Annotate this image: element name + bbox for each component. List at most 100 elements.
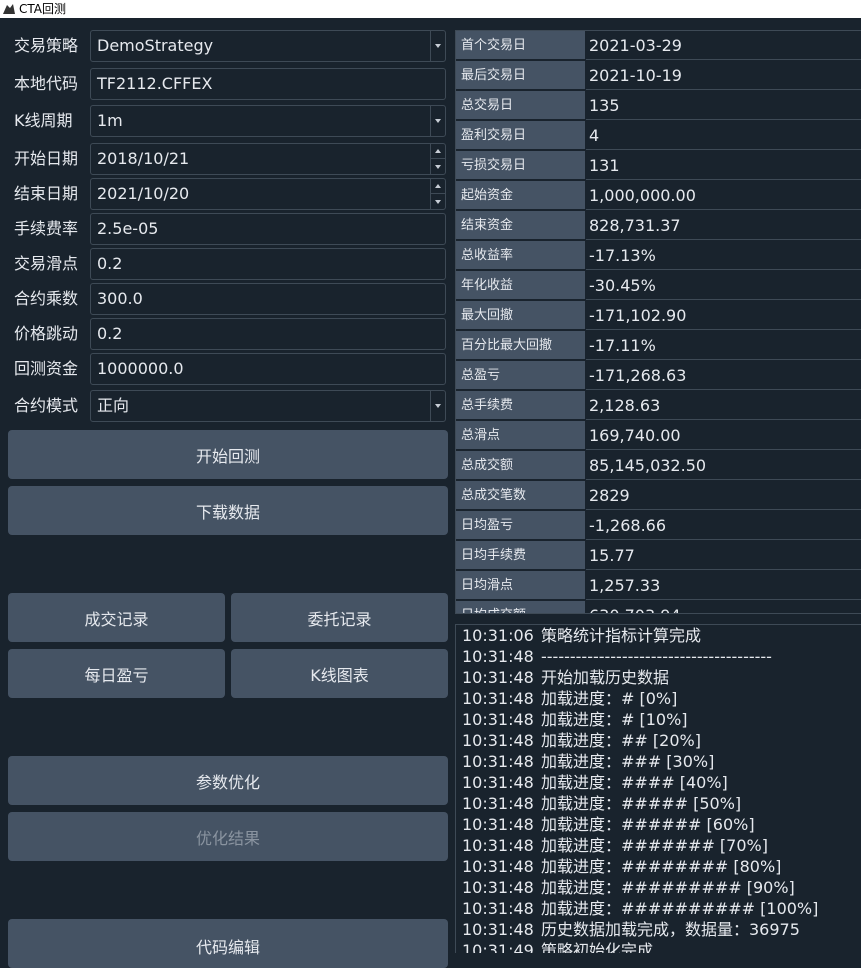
log-message: ---------------------------------------- [541,647,772,666]
size-label: 合约乘数 [14,289,79,308]
stat-row: 百分比最大回撤 -17.11% [456,331,861,361]
log-message: 加载进度：#### [40%] [541,773,728,792]
log-time: 10:31:48 [462,857,534,876]
end-date-edit[interactable]: 2021/10/20 [90,178,446,210]
stat-value: 2021-10-19 [586,61,861,90]
stat-row: 总手续费 2,128.63 [456,391,861,421]
optimize-result-button: 优化结果 [8,812,448,861]
log-time: 10:31:48 [462,647,534,666]
order-records-button[interactable]: 委托记录 [231,593,448,642]
rate-row: 手续费率 2.5e-05 [8,213,450,245]
stat-value: 135 [586,91,861,120]
spin-up-icon[interactable] [431,179,445,194]
log-line: 10:31:48 开始加载历史数据 [462,667,669,688]
slippage-row: 交易滑点 0.2 [8,248,450,280]
start-backtest-button[interactable]: 开始回测 [8,430,448,479]
chevron-down-icon[interactable] [430,391,445,421]
strategy-value: DemoStrategy [97,36,214,55]
trade-records-button[interactable]: 成交记录 [8,593,225,642]
candle-chart-button[interactable]: K线图表 [231,649,448,698]
stat-row: 起始资金 1,000,000.00 [456,181,861,211]
stat-row: 首个交易日 2021-03-29 [456,31,861,61]
log-line: 10:31:48 加载进度：####### [70%] [462,835,768,856]
stat-label: 总交易日 [456,91,585,120]
strategy-combobox[interactable]: DemoStrategy [90,30,446,62]
inverse-combobox[interactable]: 正向 [90,390,446,422]
log-message: 加载进度：######### [90%] [541,878,795,897]
stat-row: 总滑点 169,740.00 [456,421,861,451]
stat-value: 828,731.37 [586,211,861,240]
spin-down-icon[interactable] [431,194,445,209]
rate-input[interactable]: 2.5e-05 [90,213,446,245]
spin-down-icon[interactable] [431,159,445,174]
daily-pnl-button[interactable]: 每日盈亏 [8,649,225,698]
size-input[interactable]: 300.0 [90,283,446,315]
log-message: 加载进度：###### [60%] [541,815,755,834]
stat-label: 年化收益 [456,271,585,300]
stat-row: 年化收益 -30.45% [456,271,861,301]
stat-row: 日均成交额630,703.94 [456,601,861,613]
stat-value: 131 [586,151,861,180]
start-date-edit[interactable]: 2018/10/21 [90,143,446,175]
log-line: 10:31:48 加载进度：### [30%] [462,751,714,772]
code-edit-button[interactable]: 代码编辑 [8,919,448,968]
stat-value: 2021-03-29 [586,31,861,60]
capital-label: 回测资金 [14,359,79,378]
strategy-row: 交易策略 DemoStrategy [8,30,450,62]
log-time: 10:31:49 [462,941,534,953]
size-row: 合约乘数 300.0 [8,283,450,315]
inverse-row: 合约模式 正向 [8,390,450,422]
log-time: 10:31:48 [462,836,534,855]
optimize-button[interactable]: 参数优化 [8,756,448,805]
stat-label: 结束资金 [456,211,585,240]
inverse-label: 合约模式 [14,396,79,415]
log-message: 开始加载历史数据 [541,668,670,687]
vt-symbol-input[interactable]: TF2112.CFFEX [90,68,446,100]
chevron-down-icon[interactable] [430,31,445,61]
stat-label: 总成交额 [456,451,585,480]
stat-label: 总收益率 [456,241,585,270]
stat-value: 4 [586,121,861,150]
app-logo-icon [3,4,15,14]
log-line: 10:31:49 策略初始化完成 [462,940,653,953]
log-line: 10:31:48 历史数据加载完成，数据量：36975 [462,919,800,940]
slippage-input[interactable]: 0.2 [90,248,446,280]
stat-label: 日均滑点 [456,571,585,600]
inverse-value: 正向 [97,396,130,415]
log-line: 10:31:06 策略统计指标计算完成 [462,625,701,646]
stat-row: 最大回撤 -171,102.90 [456,301,861,331]
log-time: 10:31:06 [462,626,534,645]
log-message: 策略初始化完成 [541,941,654,953]
log-line: 10:31:48 加载进度：#### [40%] [462,772,728,793]
statistics-table: 首个交易日 2021-03-29 最后交易日 2021-10-19 总交易日 135 盈利交… [455,30,861,614]
log-output[interactable]: 10:31:06 策略统计指标计算完成 10:31:48 --------------… [455,624,861,953]
pricetick-row: 价格跳动 0.2 [8,318,450,350]
chevron-down-icon[interactable] [430,106,445,136]
download-data-button[interactable]: 下载数据 [8,486,448,535]
stat-value: 2829 [586,481,861,510]
log-line: 10:31:48 加载进度：########## [100%] [462,898,818,919]
interval-label: K线周期 [14,111,73,130]
log-time: 10:31:48 [462,710,534,729]
start-date-row: 开始日期 2018/10/21 [8,143,450,175]
stat-value: -17.13% [586,241,861,270]
log-line: 10:31:48 --------------------------------… [462,646,772,667]
vt-symbol-label: 本地代码 [14,74,79,93]
stat-label: 起始资金 [456,181,585,210]
stat-value: 630,703.94 [586,601,861,613]
capital-input[interactable]: 1000000.0 [90,353,446,385]
end-date-row: 结束日期 2021/10/20 [8,178,450,210]
log-line: 10:31:48 加载进度：## [20%] [462,730,701,751]
spin-up-icon[interactable] [431,144,445,159]
stat-value: 2,128.63 [586,391,861,420]
log-message: 策略统计指标计算完成 [541,626,702,645]
stat-row: 总交易日 135 [456,91,861,121]
interval-combobox[interactable]: 1m [90,105,446,137]
log-line: 10:31:48 加载进度：# [10%] [462,709,688,730]
pricetick-input[interactable]: 0.2 [90,318,446,350]
date-spin-arrows [430,144,445,174]
log-message: 加载进度：## [20%] [541,731,701,750]
pricetick-label: 价格跳动 [14,324,79,343]
capital-row: 回测资金 1000000.0 [8,353,450,385]
stat-label: 亏损交易日 [456,151,585,180]
